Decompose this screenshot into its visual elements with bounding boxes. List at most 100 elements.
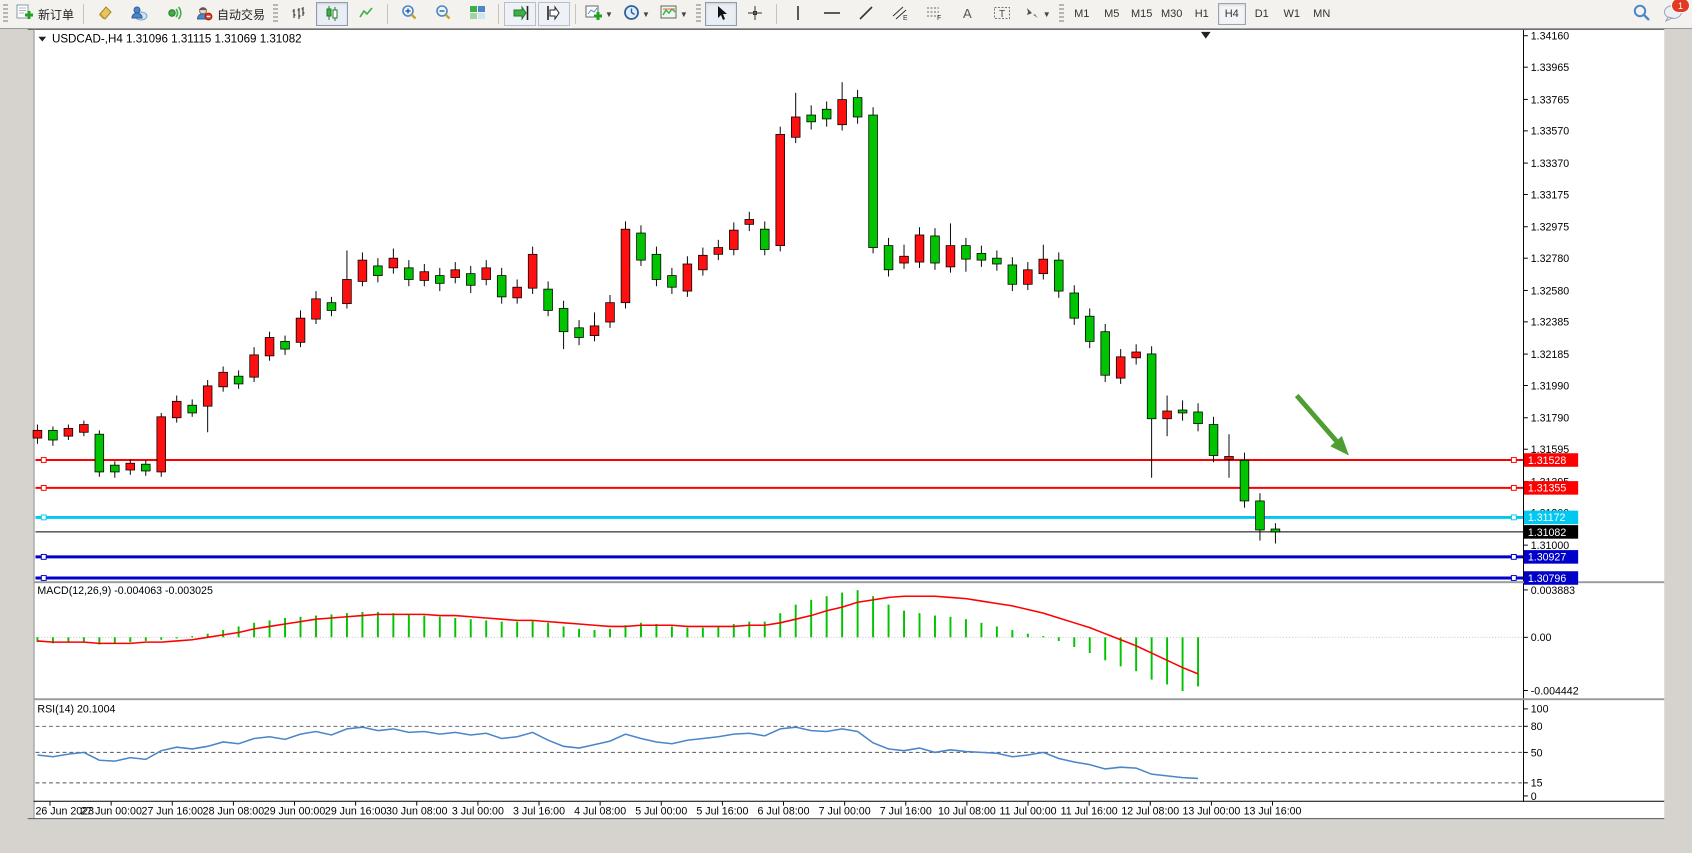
rsi-pane-divider[interactable] — [34, 698, 1665, 700]
auto-trading-button[interactable]: 自动交易 — [191, 2, 269, 26]
line-handle[interactable] — [1511, 485, 1516, 490]
line-handle[interactable] — [41, 554, 46, 559]
text-tool-button[interactable]: A — [952, 2, 984, 26]
svg-text:F: F — [937, 15, 941, 21]
timeframe-group: M1M5M15M30H1H4D1W1MN — [1067, 3, 1337, 25]
chart-window[interactable]: USDCAD-,H4 1.31096 1.31115 1.31069 1.310… — [0, 28, 1692, 853]
auto-scroll-icon — [512, 5, 529, 24]
notification-badge: 1 — [1671, 0, 1690, 13]
zoom-in-button[interactable] — [393, 2, 425, 26]
periods-button[interactable]: ▼ — [619, 2, 654, 26]
timeframe-button-MN[interactable]: MN — [1308, 3, 1336, 25]
svg-text:28 Jun 08:00: 28 Jun 08:00 — [203, 805, 265, 817]
svg-text:E: E — [903, 15, 908, 21]
zoom-out-icon — [434, 4, 452, 24]
indicators-button[interactable]: ▼ — [581, 2, 617, 26]
eraser-button[interactable] — [89, 2, 121, 26]
text-icon: A — [961, 5, 975, 24]
price-tag: 1.30796 — [1528, 573, 1566, 585]
text-label-tool-button[interactable]: T — [986, 2, 1018, 26]
line-handle[interactable] — [41, 515, 46, 520]
timeframe-button-M5[interactable]: M5 — [1098, 3, 1126, 25]
svg-text:13 Jul 00:00: 13 Jul 00:00 — [1182, 805, 1240, 817]
signal-button[interactable] — [157, 2, 189, 26]
svg-text:1.33175: 1.33175 — [1531, 189, 1569, 201]
templates-button[interactable]: ▼ — [656, 2, 692, 26]
timeframe-button-H1[interactable]: H1 — [1188, 3, 1216, 25]
toolbar-grip[interactable] — [3, 4, 8, 24]
timeframe-button-M1[interactable]: M1 — [1068, 3, 1096, 25]
cursor-icon — [714, 5, 728, 24]
svg-text:0.003883: 0.003883 — [1531, 585, 1575, 597]
svg-text:4 Jul 08:00: 4 Jul 08:00 — [574, 805, 626, 817]
price-tag: 1.31528 — [1528, 455, 1566, 467]
cursor-button[interactable] — [705, 2, 737, 26]
line-chart-button[interactable] — [350, 2, 382, 26]
line-handle[interactable] — [1511, 458, 1516, 463]
svg-text:6 Jul 08:00: 6 Jul 08:00 — [758, 805, 810, 817]
line-handle[interactable] — [41, 458, 46, 463]
crosshair-button[interactable] — [739, 2, 771, 26]
bar-chart-icon — [290, 5, 306, 24]
svg-text:29 Jun 16:00: 29 Jun 16:00 — [325, 805, 387, 817]
svg-text:27 Jun 16:00: 27 Jun 16:00 — [142, 805, 204, 817]
timeframe-button-W1[interactable]: W1 — [1278, 3, 1306, 25]
svg-text:0.00: 0.00 — [1531, 632, 1552, 644]
indicators-icon — [585, 4, 603, 24]
arrows-tool-button[interactable]: ▼ — [1020, 2, 1055, 26]
toolbar: 新订单 自动交易 — [0, 0, 1692, 29]
horizontal-line-tool-button[interactable] — [816, 2, 848, 26]
tile-windows-button[interactable] — [461, 2, 493, 26]
chart-shift-button[interactable] — [538, 2, 570, 26]
search-icon[interactable] — [1632, 3, 1652, 25]
svg-text:1.31790: 1.31790 — [1531, 413, 1569, 425]
equidistant-channel-tool-button[interactable]: E — [884, 2, 916, 26]
svg-text:29 Jun 00:00: 29 Jun 00:00 — [264, 805, 326, 817]
svg-text:T: T — [999, 9, 1005, 20]
publisher-button[interactable] — [123, 2, 155, 26]
template-icon — [660, 4, 678, 24]
zoom-in-icon — [400, 4, 418, 24]
signal-icon — [165, 4, 182, 24]
auto-trading-label: 自动交易 — [217, 6, 265, 23]
price-tag: 1.31355 — [1528, 483, 1566, 495]
trendline-tool-button[interactable] — [850, 2, 882, 26]
price-tag: 1.31082 — [1528, 527, 1566, 539]
fibonacci-icon: F — [925, 5, 943, 24]
horizontal-line-icon — [823, 6, 841, 23]
new-order-icon — [16, 4, 34, 24]
macd-pane-divider[interactable] — [34, 581, 1665, 583]
timeframe-button-M15[interactable]: M15 — [1128, 3, 1156, 25]
price-tag: 1.30927 — [1528, 552, 1566, 564]
chevron-down-icon: ▼ — [680, 10, 688, 19]
notifications-button[interactable]: 1 — [1662, 3, 1684, 25]
svg-text:11 Jul 00:00: 11 Jul 00:00 — [999, 805, 1056, 817]
line-handle[interactable] — [41, 485, 46, 490]
svg-text:1.33765: 1.33765 — [1531, 94, 1569, 106]
svg-text:3 Jul 00:00: 3 Jul 00:00 — [452, 805, 504, 817]
line-handle[interactable] — [1511, 554, 1516, 559]
svg-text:12 Jul 08:00: 12 Jul 08:00 — [1121, 805, 1179, 817]
line-handle[interactable] — [41, 576, 46, 581]
new-order-button[interactable]: 新订单 — [12, 2, 78, 26]
svg-text:0: 0 — [1531, 791, 1537, 803]
timeframe-button-M30[interactable]: M30 — [1158, 3, 1186, 25]
chevron-down-icon: ▼ — [605, 10, 613, 19]
fibonacci-tool-button[interactable]: F — [918, 2, 950, 26]
svg-text:1.32780: 1.32780 — [1531, 253, 1569, 265]
line-handle[interactable] — [1511, 576, 1516, 581]
zoom-out-button[interactable] — [427, 2, 459, 26]
bar-chart-button[interactable] — [282, 2, 314, 26]
timeframe-button-H4[interactable]: H4 — [1218, 3, 1246, 25]
svg-text:A: A — [963, 6, 972, 21]
svg-text:10 Jul 08:00: 10 Jul 08:00 — [938, 805, 996, 817]
vertical-line-tool-button[interactable] — [782, 2, 814, 26]
line-chart-icon — [358, 5, 374, 24]
line-handle[interactable] — [1511, 515, 1516, 520]
candlestick-chart-button[interactable] — [316, 2, 348, 26]
auto-scroll-button[interactable] — [504, 2, 536, 26]
vertical-line-icon — [792, 5, 804, 24]
auto-trading-icon — [195, 4, 213, 24]
timeframe-button-D1[interactable]: D1 — [1248, 3, 1276, 25]
rsi-label: RSI(14) 20.1004 — [37, 704, 115, 716]
